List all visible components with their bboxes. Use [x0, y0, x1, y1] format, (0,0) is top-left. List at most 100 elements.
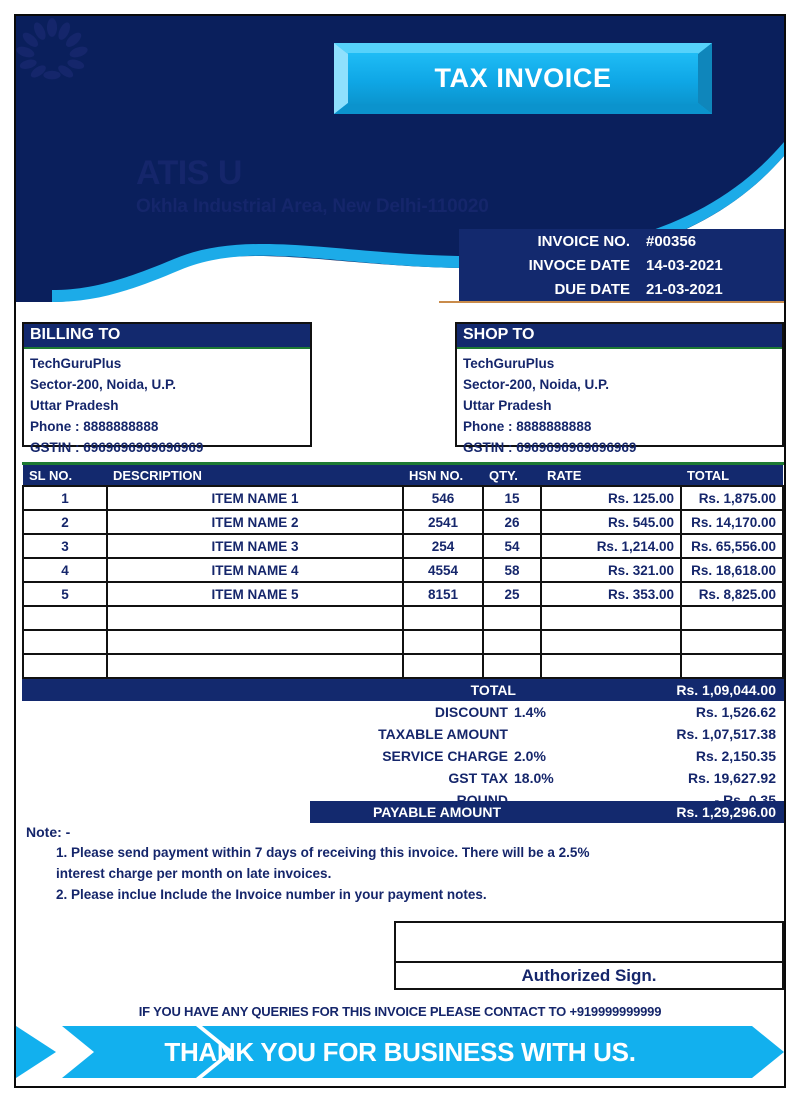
notes-section: Note: - 1. Please send payment within 7 …	[22, 822, 784, 905]
brand-name: ATIS U	[136, 154, 242, 192]
payable-amount-row: PAYABLE AMOUNT Rs. 1,29,296.00	[310, 801, 784, 823]
invoice-no-value: #00356	[646, 232, 697, 250]
cell-sl: 1	[22, 485, 108, 511]
cell-empty	[482, 605, 542, 631]
cell-empty	[402, 653, 484, 679]
cell-rate: Rs. 125.00	[540, 485, 682, 511]
cell-empty	[402, 605, 484, 631]
cell-empty	[22, 653, 108, 679]
taxable-amount-row: TAXABLE AMOUNT Rs. 1,07,517.38	[22, 723, 784, 745]
cell-qty: 54	[482, 533, 542, 559]
taxable-amount-label: TAXABLE AMOUNT	[378, 726, 508, 742]
total-label: TOTAL	[470, 682, 516, 698]
cell-empty	[106, 629, 404, 655]
shipping-line: Uttar Pradesh	[463, 398, 552, 413]
discount-percent: 1.4%	[514, 704, 546, 720]
service-charge-label: SERVICE CHARGE	[382, 748, 508, 764]
thank-you-text: THANK YOU FOR BUSINESS WITH US.	[164, 1036, 636, 1067]
table-row: 3 ITEM NAME 3 254 54 Rs. 1,214.00 Rs. 65…	[22, 533, 784, 559]
cell-sl: 5	[22, 581, 108, 607]
notes-heading: Note: -	[26, 824, 71, 840]
cell-total: Rs. 1,875.00	[680, 485, 784, 511]
laurel-wreath-icon	[16, 18, 88, 80]
cell-desc: ITEM NAME 2	[106, 509, 404, 535]
items-table-wrap: SL NO. DESCRIPTION HSN NO. QTY. RATE TOT…	[22, 462, 784, 679]
gst-tax-label: GST TAX	[448, 770, 508, 786]
signature-drawing-area[interactable]	[396, 923, 782, 963]
invoice-no-label: INVOICE NO.	[537, 232, 630, 250]
items-table-header-row: SL NO. DESCRIPTION HSN NO. QTY. RATE TOT…	[23, 465, 783, 486]
cell-rate: Rs. 353.00	[540, 581, 682, 607]
gst-tax-value: Rs. 19,627.92	[688, 770, 776, 786]
cell-sl: 2	[22, 509, 108, 535]
total-value: Rs. 1,09,044.00	[676, 682, 776, 698]
cell-rate: Rs. 1,214.00	[540, 533, 682, 559]
cell-empty	[540, 605, 682, 631]
taxable-amount-value: Rs. 1,07,517.38	[676, 726, 776, 742]
cell-desc: ITEM NAME 3	[106, 533, 404, 559]
cell-sl: 4	[22, 557, 108, 583]
meta-orange-rule	[439, 301, 784, 303]
invoice-date-label: INVOCE DATE	[528, 256, 630, 274]
cell-qty: 58	[482, 557, 542, 583]
shipping-line: Phone : 8888888888	[463, 419, 592, 434]
cell-sl: 3	[22, 533, 108, 559]
tax-invoice-title: TAX INVOICE	[434, 63, 612, 93]
due-date-row: DUE DATE 21-03-2021	[459, 277, 784, 301]
shipping-line: GSTIN : 6969696969696969	[463, 440, 637, 455]
invoice-sheet: TAX INVOICE ATIS U Okhla Industrial Area…	[14, 14, 786, 1088]
discount-row: DISCOUNT 1.4% Rs. 1,526.62	[22, 701, 784, 723]
invoice-date-row: INVOCE DATE 14-03-2021	[459, 253, 784, 277]
total-row: TOTAL Rs. 1,09,044.00	[22, 679, 784, 701]
billing-line: Uttar Pradesh	[30, 398, 119, 413]
cell-rate: Rs. 545.00	[540, 509, 682, 535]
payable-amount-value: Rs. 1,29,296.00	[676, 804, 776, 820]
table-row-empty	[22, 653, 784, 679]
cell-empty	[680, 629, 784, 655]
gst-tax-row: GST TAX 18.0% Rs. 19,627.92	[22, 767, 784, 789]
shop-to-body: TechGuruPlus Sector-200, Noida, U.P. Utt…	[457, 349, 782, 464]
cell-hsn: 2541	[402, 509, 484, 535]
col-header-rate: RATE	[541, 465, 681, 486]
col-header-total: TOTAL	[681, 465, 783, 486]
cell-total: Rs. 14,170.00	[680, 509, 784, 535]
col-header-qty: QTY.	[483, 465, 541, 486]
shipping-line: Sector-200, Noida, U.P.	[463, 377, 610, 392]
gst-tax-percent: 18.0%	[514, 770, 554, 786]
cell-empty	[106, 605, 404, 631]
cell-total: Rs. 65,556.00	[680, 533, 784, 559]
cell-hsn: 546	[402, 485, 484, 511]
invoice-no-row: INVOICE NO. #00356	[459, 229, 784, 253]
note-item: interest charge per month on late invoic…	[56, 866, 332, 881]
col-header-hsn: HSN NO.	[403, 465, 483, 486]
service-charge-row: SERVICE CHARGE 2.0% Rs. 2,150.35	[22, 745, 784, 767]
cell-qty: 26	[482, 509, 542, 535]
table-row-empty	[22, 605, 784, 631]
cell-hsn: 4554	[402, 557, 484, 583]
cell-empty	[402, 629, 484, 655]
cell-hsn: 8151	[402, 581, 484, 607]
authorized-sign-label: Authorized Sign.	[521, 965, 657, 985]
cell-empty	[106, 653, 404, 679]
note-item: 2. Please inclue Include the Invoice num…	[56, 887, 487, 902]
cell-qty: 25	[482, 581, 542, 607]
cell-empty	[540, 629, 682, 655]
billing-line: GSTIN : 6969696969696969	[30, 440, 204, 455]
billing-line: TechGuruPlus	[30, 356, 122, 371]
brand-address: Okhla Industrial Area, New Delhi-110020	[136, 196, 489, 217]
due-date-label: DUE DATE	[554, 280, 630, 298]
brand-block: ATIS U Okhla Industrial Area, New Delhi-…	[136, 156, 489, 218]
cell-empty	[680, 653, 784, 679]
table-row-empty	[22, 629, 784, 655]
discount-value: Rs. 1,526.62	[695, 704, 776, 720]
cell-empty	[22, 605, 108, 631]
billing-to-box: BILLING TO TechGuruPlus Sector-200, Noid…	[22, 322, 312, 455]
note-item: 1. Please send payment within 7 days of …	[56, 845, 590, 860]
col-header-desc: DESCRIPTION	[107, 465, 403, 486]
invoice-page: TAX INVOICE ATIS U Okhla Industrial Area…	[0, 0, 800, 1102]
invoice-date-value: 14-03-2021	[646, 256, 723, 274]
cell-total: Rs. 18,618.00	[680, 557, 784, 583]
table-row: 5 ITEM NAME 5 8151 25 Rs. 353.00 Rs. 8,8…	[22, 581, 784, 607]
payable-amount-label: PAYABLE AMOUNT	[372, 804, 502, 820]
queries-contact-text: IF YOU HAVE ANY QUERIES FOR THIS INVOICE…	[138, 1004, 662, 1019]
